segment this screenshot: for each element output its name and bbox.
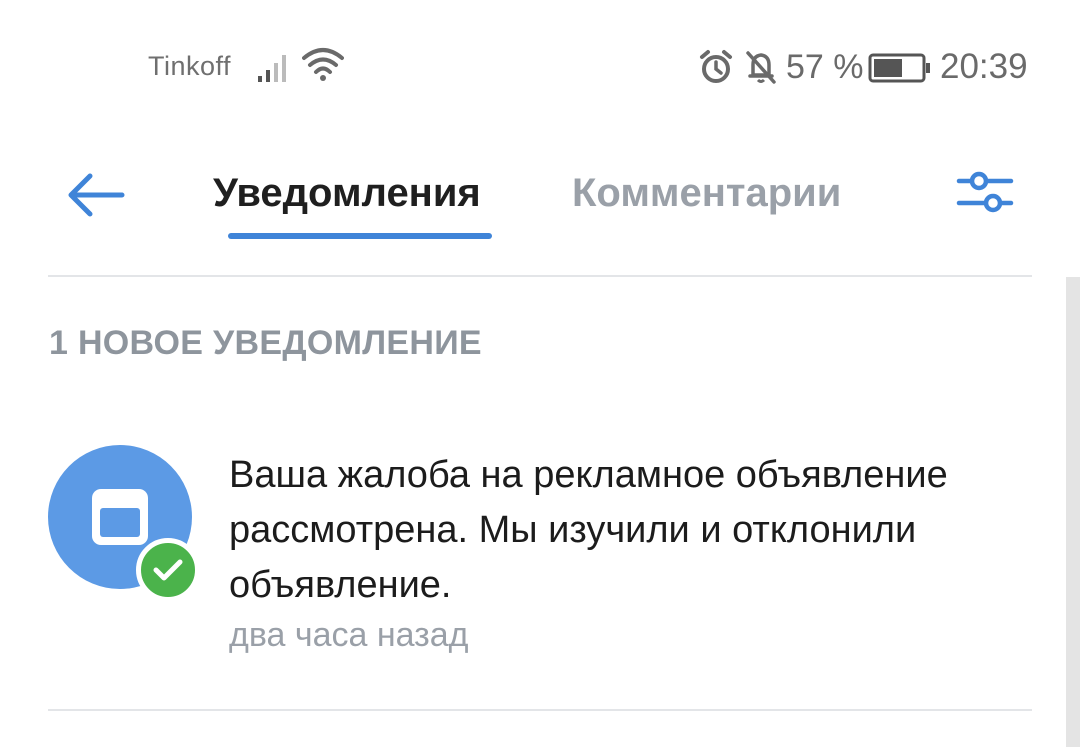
section-header: 1 НОВОЕ УВЕДОМЛЕНИЕ — [49, 324, 482, 362]
notification-text: Ваша жалоба на рекламное объявление расс… — [229, 454, 948, 606]
arrow-left-icon[interactable] — [66, 171, 126, 219]
status-time: 20:39 — [940, 47, 1028, 86]
wifi-icon — [302, 48, 344, 81]
notification-item[interactable]: Ваша жалоба на рекламное объявление расс… — [0, 420, 1060, 680]
top-navigation: Уведомления Комментарии — [0, 135, 1080, 277]
header-divider — [48, 275, 1032, 277]
notification-time: два часа назад — [229, 616, 469, 654]
tab-comments[interactable]: Комментарии — [572, 171, 841, 216]
battery-icon — [868, 53, 930, 83]
scrollbar[interactable] — [1066, 277, 1080, 747]
status-bar: Tinkoff 57 % 20:39 — [0, 0, 1080, 135]
sliders-icon[interactable] — [955, 169, 1015, 215]
ad-window-icon — [92, 489, 148, 545]
carrier-name: Tinkoff — [148, 51, 232, 81]
tab-notifications[interactable]: Уведомления — [213, 171, 481, 216]
battery-percent: 57 % — [786, 48, 864, 86]
active-tab-indicator — [228, 233, 492, 239]
bell-off-icon — [746, 51, 776, 84]
check-icon — [153, 559, 183, 581]
list-divider — [48, 709, 1032, 711]
alarm-icon — [700, 50, 732, 83]
check-badge — [136, 538, 200, 602]
signal-icon — [258, 55, 286, 82]
